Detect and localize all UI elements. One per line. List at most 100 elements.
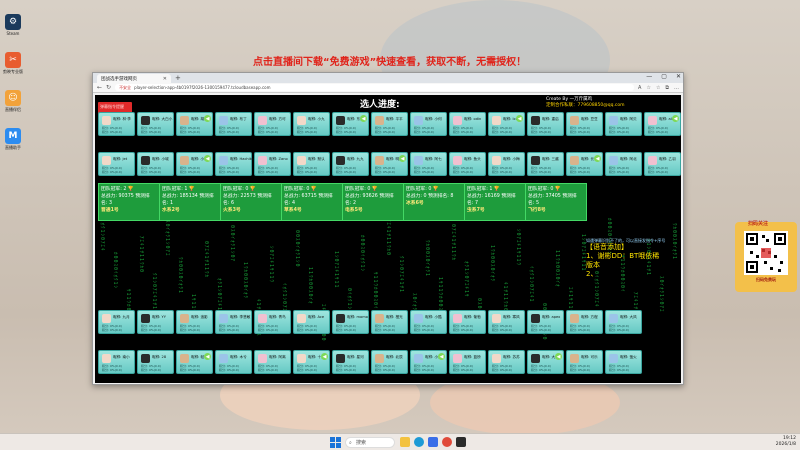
back-icon[interactable]: ← [97,84,102,91]
player-card[interactable]: 昵称: Hachiko 积分: 0%(0.0) 积分: 0%(0.0) [215,152,254,176]
speaker-icon[interactable]: ◀ [204,115,211,122]
player-card[interactable]: 昵称: 小梅 积分: 0%(0.0) 积分: 0%(0.0) [488,152,525,176]
browser-tab[interactable]: 团战选手游戏网页 ✕ [97,74,171,83]
player-card[interactable]: 昵称: 轻行 积分: 0%(0.0) 积分: 0%(0.0) ◀ [176,350,213,374]
start-button[interactable] [330,437,341,448]
team-panel[interactable]: 团队冠军: 0 🏆 总战力: 93626 预测排 名: 2 电系5号 [342,183,404,221]
speaker-icon[interactable]: ◀ [438,353,445,360]
player-card[interactable]: 昵称: 明月 积分: 0%(0.0) 积分: 0%(0.0) ◀ [371,152,408,176]
player-card[interactable]: 昵称: 十三 积分: 0%(0.0) 积分: 0%(0.0) ◀ [293,350,330,374]
player-card[interactable]: 昵称: odin 积分: 0%(0.0) 积分: 0%(0.0) [449,112,486,136]
player-card[interactable]: 昵称: Ice 积分: 0%(0.0) 积分: 0%(0.0) ◀ [488,112,525,136]
player-card[interactable]: 昵称: 青鸟 积分: 0%(0.0) 积分: 0%(0.0) [254,310,291,334]
player-card[interactable]: 昵称: jet 积分: 0%(0.0) 积分: 0%(0.0) [98,152,135,176]
player-card[interactable]: 昵称: 李慧敏 积分: 0%(0.0) 积分: 0%(0.0) [215,310,252,334]
player-card[interactable]: 昵称: 小嘉 积分: 0%(0.0) 积分: 0%(0.0) ◀ [176,152,213,176]
player-card[interactable]: 昵称: 木兮 积分: 0%(0.0) 积分: 0%(0.0) [215,350,252,374]
player-card[interactable]: 昵称: 蓝桥 积分: 0%(0.0) 积分: 0%(0.0) [449,350,486,374]
close-tab-icon[interactable]: ✕ [163,76,167,82]
player-card[interactable]: 昵称: 小九 积分: 0%(0.0) 积分: 0%(0.0) [293,112,330,136]
player-card[interactable]: 昵称: 阿七 积分: 0%(0.0) 积分: 0%(0.0) [410,152,447,176]
player-card[interactable]: 昵称: 阿贝 积分: 0%(0.0) 积分: 0%(0.0) [605,112,642,136]
player-card[interactable]: 昵称: 萤火 积分: 0%(0.0) 积分: 0%(0.0) [605,350,642,374]
player-card[interactable]: 昵称: 长河 积分: 0%(0.0) 积分: 0%(0.0) ◀ [566,152,603,176]
player-card[interactable]: 昵称: 大鱼 积分: 0%(0.0) 积分: 0%(0.0) ◀ [527,350,564,374]
favorite-icon[interactable]: ☆ [646,85,650,91]
system-tray[interactable]: 19:12 2026/1/8 [776,436,796,448]
team-panel[interactable]: 团队冠军: 0 🏆 总战力: 37405 预测排 名: 5 飞行8号 [525,183,587,221]
new-tab-button[interactable]: + [175,74,181,82]
player-card[interactable]: 昵称: 追影 积分: 0%(0.0) 积分: 0%(0.0) [176,310,213,334]
player-card[interactable]: 昵称: 苏苏 积分: 0%(0.0) 积分: 0%(0.0) [488,350,525,374]
speaker-icon[interactable]: ◀ [594,155,601,162]
speaker-icon[interactable]: ◀ [399,155,406,162]
player-card[interactable]: 昵称: 阿离 积分: 0%(0.0) 积分: 0%(0.0) [254,350,291,374]
team-panel[interactable]: 团队冠军: 1 🏆 总战力: 16169 预测排 名: 7 虫系7号 [464,183,526,221]
player-card[interactable]: 昵称: YY 积分: 0%(0.0) 积分: 0%(0.0) [137,310,174,334]
player-card[interactable]: 昵称: 橙光 积分: 0%(0.0) 积分: 0%(0.0) [371,310,408,334]
team-panel[interactable]: 团队冠军: 1 🏆 总战力: 185134 预测排 名: 1 水系2号 [159,183,221,221]
player-card[interactable]: 昵称: 北辰 积分: 0%(0.0) 积分: 0%(0.0) [371,350,408,374]
player-card[interactable]: 昵称: 九九 积分: 0%(0.0) 积分: 0%(0.0) [332,152,369,176]
edge-icon[interactable] [414,437,424,447]
speaker-icon[interactable]: ◀ [672,115,679,122]
player-card[interactable]: 昵称: Ace 积分: 0%(0.0) 积分: 0%(0.0) [293,310,330,334]
player-card[interactable]: 昵称: 小城 积分: 0%(0.0) 积分: 0%(0.0) [137,152,174,176]
url-field[interactable]: 不安全 player-selection-app-4b0197f2026-130… [115,84,635,91]
collections-icon[interactable]: ⧉ [665,85,669,91]
player-card[interactable]: 昵称: 葡萄 积分: 0%(0.0) 积分: 0%(0.0) [449,310,486,334]
favorites-list-icon[interactable]: ☆ [656,85,660,91]
player-card[interactable]: 昵称: 鱼头 积分: 0%(0.0) 积分: 0%(0.0) [449,152,486,176]
player-card[interactable]: 昵称: 小何 积分: 0%(0.0) 积分: 0%(0.0) [410,112,447,136]
player-card[interactable]: 昵称: 九月 积分: 0%(0.0) 积分: 0%(0.0) [98,310,135,334]
refresh-icon[interactable]: ↻ [106,84,111,91]
player-card[interactable]: 昵称: 方程 积分: 0%(0.0) 积分: 0%(0.0) [566,310,603,334]
player-card[interactable]: 昵称: alone 积分: 0%(0.0) 积分: 0%(0.0) ◀ [644,112,681,136]
file-explorer-icon[interactable] [400,437,410,447]
maximize-button[interactable]: ▢ [661,73,667,80]
desktop-icon-steam[interactable]: ⚙ Steam [2,14,24,46]
player-card[interactable]: 昵称: apex 积分: 0%(0.0) 积分: 0%(0.0) [527,310,564,334]
close-window-button[interactable]: ✕ [676,73,681,80]
desktop-icon-video-editor[interactable]: ✂ 剪映专业版 [2,52,24,84]
player-card[interactable]: 昵称: 胡笑 积分: 0%(0.0) 积分: 0%(0.0) ◀ [176,112,213,136]
player-card[interactable]: 昵称: 小川 积分: 0%(0.0) 积分: 0%(0.0) ◀ [410,350,447,374]
chrome-icon[interactable] [442,437,452,447]
player-card[interactable]: 昵称: 大风 积分: 0%(0.0) 积分: 0%(0.0) [605,310,642,334]
minimize-button[interactable]: — [646,73,652,80]
player-card[interactable]: 昵称: 大白小 积分: 0%(0.0) 积分: 0%(0.0) [137,112,174,136]
team-panel[interactable]: 团队冠军: 0 🏆 总战力: 63715 预测排 名: 4 草系4号 [281,183,343,221]
speaker-icon[interactable]: ◀ [204,155,211,162]
player-card[interactable]: 昵称: 默认 积分: 0%(0.0) 积分: 0%(0.0) [293,152,330,176]
team-panel[interactable]: 团队冠军: 2 🏆 总战力: 90375 预测排 名: 3 晋通1号 [98,183,160,221]
team-panel[interactable]: 团队冠军: 0 🏆 总战力: 22573 预测排 名: 6 火系3号 [220,183,282,221]
taskbar-search[interactable]: ⌕ 搜索 [345,437,395,448]
player-card[interactable]: 昵称: 布丁 积分: 0%(0.0) 积分: 0%(0.0) [215,112,252,136]
player-card[interactable]: 昵称: 可乐 积分: 0%(0.0) 积分: 0%(0.0) [566,350,603,374]
player-card[interactable]: 昵称: 重启 积分: 0%(0.0) 积分: 0%(0.0) [527,112,564,136]
app-icon[interactable] [456,437,466,447]
player-card[interactable]: 昵称: 寒风 积分: 0%(0.0) 积分: 0%(0.0) [488,310,525,334]
qr-promo[interactable]: 扫码免费玩 [735,222,797,292]
player-card[interactable]: 昵称: 乙羽 积分: 0%(0.0) 积分: 0%(0.0) [644,152,681,176]
speaker-icon[interactable]: ◀ [555,353,562,360]
player-card[interactable]: 昵称: Zano 积分: 0%(0.0) 积分: 0%(0.0) [254,152,291,176]
desktop-icon-live-companion[interactable]: ☺ 直播伴侣 [2,90,24,122]
player-card[interactable]: 昵称: momo 积分: 0%(0.0) 积分: 0%(0.0) [332,310,369,334]
speaker-icon[interactable]: ◀ [516,115,523,122]
read-aloud-icon[interactable]: A [638,85,641,91]
player-card[interactable]: 昵称: 阿北 积分: 0%(0.0) 积分: 0%(0.0) [605,152,642,176]
player-card[interactable]: 昵称: 东来 积分: 0%(0.0) 积分: 0%(0.0) ◀ [332,112,369,136]
speaker-icon[interactable]: ◀ [360,115,367,122]
player-card[interactable]: 昵称: 平平 积分: 0%(0.0) 积分: 0%(0.0) [371,112,408,136]
player-card[interactable]: 昵称: 星河 积分: 0%(0.0) 积分: 0%(0.0) [332,350,369,374]
player-card[interactable]: 昵称: 方可 积分: 0%(0.0) 积分: 0%(0.0) [254,112,291,136]
player-card[interactable]: 昵称: 南小 积分: 0%(0.0) 积分: 0%(0.0) [98,350,135,374]
more-icon[interactable]: … [674,85,679,91]
speaker-icon[interactable]: ◀ [204,353,211,360]
desktop-icon-live-assistant[interactable]: M 直播助手 [2,128,24,160]
store-icon[interactable] [428,437,438,447]
player-card[interactable]: 昵称: 林·李 积分: 0%(0.0) 积分: 0%(0.0) [98,112,135,136]
team-panel[interactable]: 团队冠军: 0 🏆 总战力: 0 预测排名: 8 冰系6号 [403,183,465,221]
speaker-icon[interactable]: ◀ [321,353,328,360]
